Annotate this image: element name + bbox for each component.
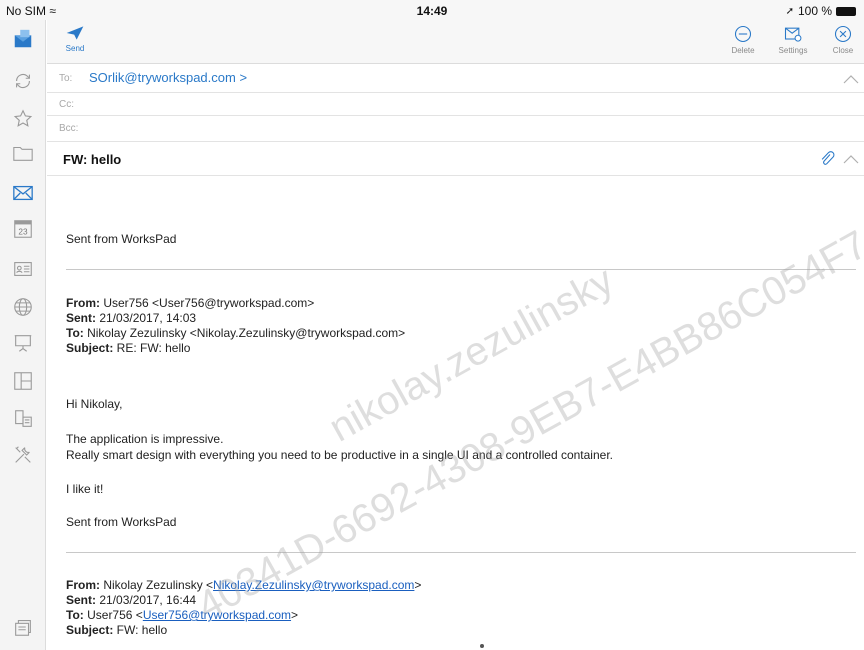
mail-settings-icon (784, 27, 802, 42)
email-link[interactable]: User756@tryworkspad.com (143, 608, 291, 622)
mail-icon[interactable] (10, 180, 36, 206)
chevron-up-icon[interactable] (842, 73, 860, 85)
svg-text:23: 23 (18, 228, 28, 237)
folder-icon[interactable] (10, 140, 36, 166)
signature: Sent from WorksPad (66, 232, 177, 246)
location-arrow-icon: ➚ (785, 5, 794, 17)
body-line: I like it! (66, 482, 104, 496)
from-line: From: User756 <User756@tryworkspad.com> (66, 296, 315, 310)
subject-field[interactable]: FW: hello (63, 152, 121, 167)
devices-icon[interactable] (10, 406, 36, 432)
app-sidebar: 23 (0, 20, 46, 650)
bcc-row[interactable]: Bcc: (47, 116, 864, 142)
sent-line: Sent: 21/03/2017, 16:44 (66, 593, 197, 607)
to-line: To: Nikolay Zezulinsky <Nikolay.Zezulins… (66, 326, 406, 340)
close-circle-icon (834, 25, 852, 43)
to-row[interactable]: To: SOrlik@tryworkspad.com > (47, 65, 864, 93)
send-button[interactable]: Send (53, 24, 97, 62)
windows-icon[interactable] (10, 614, 36, 640)
battery-icon (836, 6, 856, 16)
to-label: To: (59, 73, 73, 84)
sync-icon[interactable] (10, 68, 36, 94)
subject-line: Subject: FW: hello (66, 623, 168, 637)
quoted-header-2: From: Nikolay Zezulinsky <Nikolay.Zezuli… (66, 578, 421, 638)
paperclip-icon[interactable] (818, 150, 836, 168)
subject-row[interactable]: FW: hello (47, 142, 864, 176)
cc-row[interactable]: Cc: (47, 93, 864, 116)
calendar-icon[interactable]: 23 (10, 216, 36, 242)
settings-button[interactable]: Settings (769, 24, 817, 62)
paper-plane-icon (66, 26, 84, 40)
scroll-indicator (480, 644, 484, 648)
clock: 14:49 (416, 4, 448, 18)
to-line: To: User756 <User756@tryworkspad.com> (66, 608, 299, 622)
minus-circle-icon (734, 25, 752, 43)
presentation-icon[interactable] (10, 330, 36, 356)
body-line: Really smart design with everything you … (66, 448, 613, 462)
close-button[interactable]: Close (819, 24, 864, 62)
from-line: From: Nikolay Zezulinsky <Nikolay.Zezuli… (66, 578, 422, 592)
divider (66, 552, 856, 553)
delete-button[interactable]: Delete (719, 24, 767, 62)
signature: Sent from WorksPad (66, 515, 177, 529)
layout-icon[interactable] (10, 368, 36, 394)
email-link[interactable]: Nikolay.Zezulinsky@tryworkspad.com (213, 578, 414, 592)
message-body[interactable]: Sent from WorksPad From: User756 <User75… (47, 176, 864, 650)
tools-icon[interactable] (10, 442, 36, 468)
globe-icon[interactable] (10, 294, 36, 320)
mail-app-logo-icon[interactable] (10, 26, 36, 52)
star-icon[interactable] (10, 106, 36, 132)
sent-line: Sent: 21/03/2017, 14:03 (66, 311, 197, 325)
divider (66, 269, 856, 270)
contacts-icon[interactable] (10, 256, 36, 282)
body-line: The application is impressive. (66, 432, 224, 446)
subject-line: Subject: RE: FW: hello (66, 341, 191, 355)
cc-label: Cc: (59, 99, 74, 110)
compose-toolbar: Send Delete Settings Close (47, 20, 864, 64)
greeting: Hi Nikolay, (66, 397, 123, 411)
battery-status: ➚ 100 % (786, 4, 856, 18)
to-recipient[interactable]: SOrlik@tryworkspad.com > (89, 70, 247, 85)
quoted-header-1: From: User756 <User756@tryworkspad.com> … (66, 296, 405, 356)
status-bar: No SIM ≈ 14:49 ➚ 100 % (0, 0, 864, 20)
chevron-up-icon[interactable] (842, 153, 860, 165)
bcc-label: Bcc: (59, 123, 79, 134)
